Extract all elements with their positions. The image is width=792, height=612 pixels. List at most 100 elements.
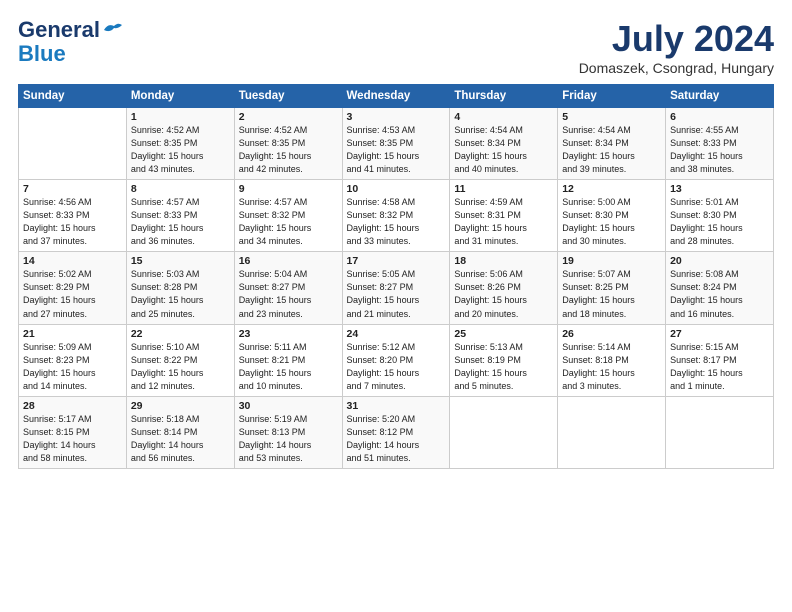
header-row: SundayMondayTuesdayWednesdayThursdayFrid…	[19, 85, 774, 108]
day-cell: 27Sunrise: 5:15 AMSunset: 8:17 PMDayligh…	[666, 324, 774, 396]
day-info: Sunrise: 5:02 AMSunset: 8:29 PMDaylight:…	[23, 268, 122, 320]
day-cell: 5Sunrise: 4:54 AMSunset: 8:34 PMDaylight…	[558, 108, 666, 180]
day-number: 22	[131, 328, 230, 340]
day-info: Sunrise: 5:01 AMSunset: 8:30 PMDaylight:…	[670, 196, 769, 248]
day-cell: 25Sunrise: 5:13 AMSunset: 8:19 PMDayligh…	[450, 324, 558, 396]
day-number: 4	[454, 111, 553, 123]
day-cell: 22Sunrise: 5:10 AMSunset: 8:22 PMDayligh…	[126, 324, 234, 396]
day-number: 31	[347, 400, 446, 412]
week-row-3: 14Sunrise: 5:02 AMSunset: 8:29 PMDayligh…	[19, 252, 774, 324]
header: General Blue July 2024 Domaszek, Csongra…	[18, 18, 774, 76]
day-cell: 18Sunrise: 5:06 AMSunset: 8:26 PMDayligh…	[450, 252, 558, 324]
day-number: 10	[347, 183, 446, 195]
day-cell: 31Sunrise: 5:20 AMSunset: 8:12 PMDayligh…	[342, 396, 450, 468]
day-info: Sunrise: 4:53 AMSunset: 8:35 PMDaylight:…	[347, 124, 446, 176]
logo-general: General	[18, 18, 100, 42]
day-info: Sunrise: 4:57 AMSunset: 8:32 PMDaylight:…	[239, 196, 338, 248]
logo-bird-icon	[102, 21, 124, 39]
day-number: 30	[239, 400, 338, 412]
title-block: July 2024 Domaszek, Csongrad, Hungary	[579, 18, 774, 76]
day-info: Sunrise: 4:57 AMSunset: 8:33 PMDaylight:…	[131, 196, 230, 248]
day-cell: 12Sunrise: 5:00 AMSunset: 8:30 PMDayligh…	[558, 180, 666, 252]
day-cell: 13Sunrise: 5:01 AMSunset: 8:30 PMDayligh…	[666, 180, 774, 252]
day-number: 18	[454, 255, 553, 267]
day-info: Sunrise: 4:52 AMSunset: 8:35 PMDaylight:…	[239, 124, 338, 176]
col-header-wednesday: Wednesday	[342, 85, 450, 108]
day-number: 9	[239, 183, 338, 195]
day-cell: 6Sunrise: 4:55 AMSunset: 8:33 PMDaylight…	[666, 108, 774, 180]
day-cell	[666, 396, 774, 468]
day-cell: 17Sunrise: 5:05 AMSunset: 8:27 PMDayligh…	[342, 252, 450, 324]
day-info: Sunrise: 5:04 AMSunset: 8:27 PMDaylight:…	[239, 268, 338, 320]
day-info: Sunrise: 5:11 AMSunset: 8:21 PMDaylight:…	[239, 341, 338, 393]
day-cell: 16Sunrise: 5:04 AMSunset: 8:27 PMDayligh…	[234, 252, 342, 324]
day-cell: 29Sunrise: 5:18 AMSunset: 8:14 PMDayligh…	[126, 396, 234, 468]
day-info: Sunrise: 5:15 AMSunset: 8:17 PMDaylight:…	[670, 341, 769, 393]
day-info: Sunrise: 5:14 AMSunset: 8:18 PMDaylight:…	[562, 341, 661, 393]
day-info: Sunrise: 5:13 AMSunset: 8:19 PMDaylight:…	[454, 341, 553, 393]
month-title: July 2024	[579, 18, 774, 60]
day-number: 24	[347, 328, 446, 340]
day-number: 14	[23, 255, 122, 267]
day-info: Sunrise: 4:59 AMSunset: 8:31 PMDaylight:…	[454, 196, 553, 248]
day-info: Sunrise: 4:58 AMSunset: 8:32 PMDaylight:…	[347, 196, 446, 248]
col-header-friday: Friday	[558, 85, 666, 108]
week-row-4: 21Sunrise: 5:09 AMSunset: 8:23 PMDayligh…	[19, 324, 774, 396]
day-cell	[450, 396, 558, 468]
day-info: Sunrise: 4:56 AMSunset: 8:33 PMDaylight:…	[23, 196, 122, 248]
logo-blue: Blue	[18, 42, 66, 66]
day-number: 21	[23, 328, 122, 340]
day-number: 8	[131, 183, 230, 195]
day-number: 3	[347, 111, 446, 123]
day-number: 17	[347, 255, 446, 267]
week-row-5: 28Sunrise: 5:17 AMSunset: 8:15 PMDayligh…	[19, 396, 774, 468]
day-cell: 21Sunrise: 5:09 AMSunset: 8:23 PMDayligh…	[19, 324, 127, 396]
day-number: 12	[562, 183, 661, 195]
col-header-tuesday: Tuesday	[234, 85, 342, 108]
day-info: Sunrise: 5:09 AMSunset: 8:23 PMDaylight:…	[23, 341, 122, 393]
day-number: 5	[562, 111, 661, 123]
day-number: 23	[239, 328, 338, 340]
day-info: Sunrise: 5:08 AMSunset: 8:24 PMDaylight:…	[670, 268, 769, 320]
day-number: 6	[670, 111, 769, 123]
day-info: Sunrise: 5:07 AMSunset: 8:25 PMDaylight:…	[562, 268, 661, 320]
day-cell: 11Sunrise: 4:59 AMSunset: 8:31 PMDayligh…	[450, 180, 558, 252]
day-number: 7	[23, 183, 122, 195]
col-header-thursday: Thursday	[450, 85, 558, 108]
day-number: 13	[670, 183, 769, 195]
day-info: Sunrise: 5:18 AMSunset: 8:14 PMDaylight:…	[131, 413, 230, 465]
day-cell: 19Sunrise: 5:07 AMSunset: 8:25 PMDayligh…	[558, 252, 666, 324]
day-info: Sunrise: 5:05 AMSunset: 8:27 PMDaylight:…	[347, 268, 446, 320]
day-info: Sunrise: 5:06 AMSunset: 8:26 PMDaylight:…	[454, 268, 553, 320]
day-number: 11	[454, 183, 553, 195]
day-cell: 4Sunrise: 4:54 AMSunset: 8:34 PMDaylight…	[450, 108, 558, 180]
day-cell: 7Sunrise: 4:56 AMSunset: 8:33 PMDaylight…	[19, 180, 127, 252]
day-cell	[19, 108, 127, 180]
day-cell: 24Sunrise: 5:12 AMSunset: 8:20 PMDayligh…	[342, 324, 450, 396]
day-info: Sunrise: 5:17 AMSunset: 8:15 PMDaylight:…	[23, 413, 122, 465]
day-number: 28	[23, 400, 122, 412]
day-info: Sunrise: 4:52 AMSunset: 8:35 PMDaylight:…	[131, 124, 230, 176]
calendar-table: SundayMondayTuesdayWednesdayThursdayFrid…	[18, 84, 774, 469]
logo: General Blue	[18, 18, 124, 66]
day-info: Sunrise: 4:54 AMSunset: 8:34 PMDaylight:…	[562, 124, 661, 176]
day-number: 15	[131, 255, 230, 267]
day-cell: 30Sunrise: 5:19 AMSunset: 8:13 PMDayligh…	[234, 396, 342, 468]
day-cell: 8Sunrise: 4:57 AMSunset: 8:33 PMDaylight…	[126, 180, 234, 252]
day-info: Sunrise: 5:20 AMSunset: 8:12 PMDaylight:…	[347, 413, 446, 465]
calendar-page: General Blue July 2024 Domaszek, Csongra…	[0, 0, 792, 479]
day-cell: 9Sunrise: 4:57 AMSunset: 8:32 PMDaylight…	[234, 180, 342, 252]
day-number: 20	[670, 255, 769, 267]
day-number: 27	[670, 328, 769, 340]
day-cell: 10Sunrise: 4:58 AMSunset: 8:32 PMDayligh…	[342, 180, 450, 252]
day-number: 26	[562, 328, 661, 340]
day-cell: 14Sunrise: 5:02 AMSunset: 8:29 PMDayligh…	[19, 252, 127, 324]
day-info: Sunrise: 4:55 AMSunset: 8:33 PMDaylight:…	[670, 124, 769, 176]
day-cell: 2Sunrise: 4:52 AMSunset: 8:35 PMDaylight…	[234, 108, 342, 180]
day-number: 29	[131, 400, 230, 412]
col-header-saturday: Saturday	[666, 85, 774, 108]
day-info: Sunrise: 5:19 AMSunset: 8:13 PMDaylight:…	[239, 413, 338, 465]
day-cell: 1Sunrise: 4:52 AMSunset: 8:35 PMDaylight…	[126, 108, 234, 180]
location: Domaszek, Csongrad, Hungary	[579, 60, 774, 76]
day-info: Sunrise: 4:54 AMSunset: 8:34 PMDaylight:…	[454, 124, 553, 176]
